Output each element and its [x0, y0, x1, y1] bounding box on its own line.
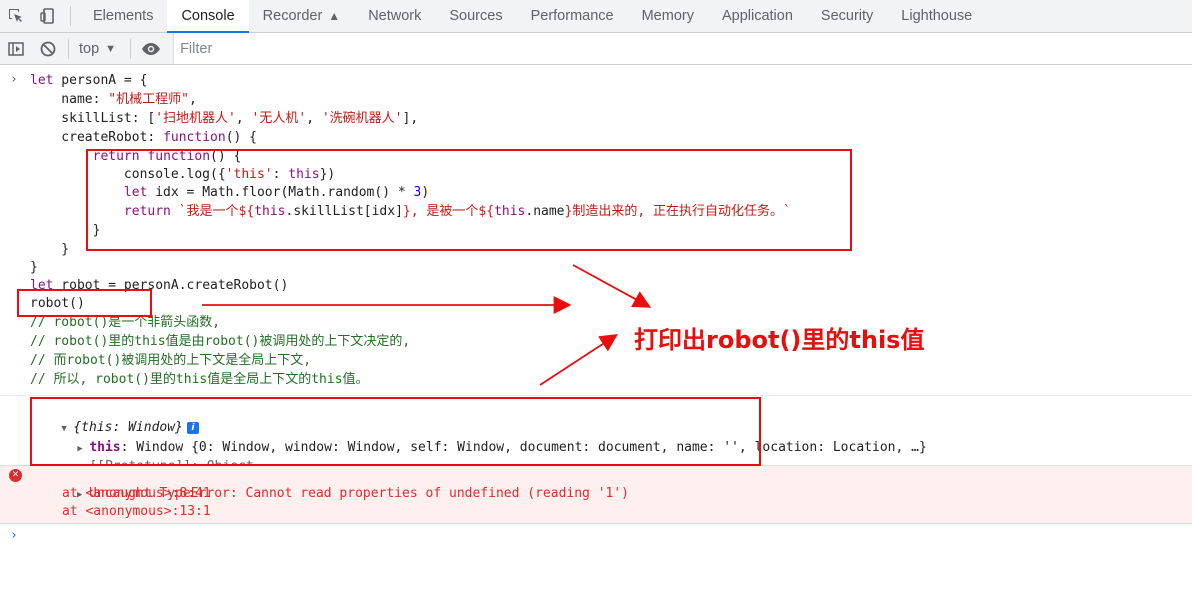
arrow-to-annotation: [572, 264, 652, 308]
arrow-to-annotation: [539, 334, 619, 386]
annotation-text: 打印出robot()里的this值: [634, 326, 925, 354]
annotation-arrows: [202, 264, 652, 386]
